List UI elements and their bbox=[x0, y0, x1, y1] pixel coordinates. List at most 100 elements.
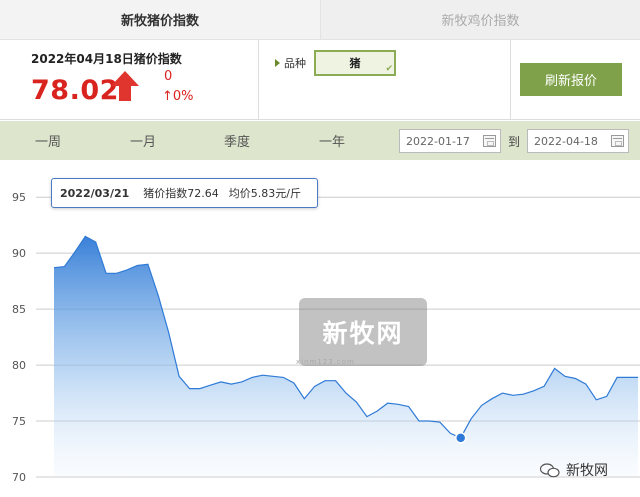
data-point[interactable] bbox=[219, 380, 222, 383]
data-point[interactable] bbox=[584, 383, 587, 386]
data-point[interactable] bbox=[282, 376, 285, 379]
data-point[interactable] bbox=[178, 375, 181, 378]
corner-logo: 新牧网 bbox=[540, 460, 608, 480]
data-point[interactable] bbox=[522, 393, 525, 396]
data-point[interactable] bbox=[230, 383, 233, 386]
data-point[interactable] bbox=[553, 367, 556, 370]
watermark-url: xinm123.com bbox=[296, 358, 355, 366]
data-point[interactable] bbox=[199, 387, 202, 390]
data-point[interactable] bbox=[480, 404, 483, 407]
data-point[interactable] bbox=[63, 265, 66, 268]
data-point[interactable] bbox=[209, 384, 212, 387]
calendar-icon[interactable] bbox=[483, 135, 496, 147]
data-point[interactable] bbox=[637, 376, 640, 379]
data-point[interactable] bbox=[313, 385, 316, 388]
tooltip-average-price: 均价5.83元/斤 bbox=[228, 187, 301, 200]
data-point[interactable] bbox=[407, 405, 410, 408]
data-point[interactable] bbox=[501, 392, 504, 395]
data-point[interactable] bbox=[126, 268, 129, 271]
index-date-title: 2022年04月18日猪价指数 bbox=[31, 52, 182, 66]
data-point[interactable] bbox=[292, 381, 295, 384]
up-arrow-icon bbox=[111, 71, 139, 101]
data-point[interactable] bbox=[511, 394, 514, 397]
caret-right-icon bbox=[275, 59, 280, 67]
y-tick-label: 80 bbox=[12, 359, 26, 372]
index-tabs: 新牧猪价指数 新牧鸡价指数 bbox=[0, 0, 640, 40]
data-point[interactable] bbox=[261, 374, 264, 377]
start-date-input[interactable]: 2022-01-17 bbox=[399, 129, 501, 153]
data-point[interactable] bbox=[188, 387, 191, 390]
y-tick-label: 90 bbox=[12, 247, 26, 260]
data-point[interactable] bbox=[334, 379, 337, 382]
period-year[interactable]: 一年 bbox=[302, 121, 362, 160]
tab-pig-price-index[interactable]: 新牧猪价指数 bbox=[0, 0, 320, 40]
end-date-value: 2022-04-18 bbox=[534, 134, 598, 148]
calendar-icon[interactable] bbox=[611, 135, 624, 147]
data-point[interactable] bbox=[84, 235, 87, 238]
check-icon: ✔ bbox=[385, 64, 393, 74]
data-point[interactable] bbox=[157, 294, 160, 297]
data-point[interactable] bbox=[626, 376, 629, 379]
data-point[interactable] bbox=[470, 417, 473, 420]
data-point[interactable] bbox=[376, 409, 379, 412]
data-point[interactable] bbox=[251, 376, 254, 379]
index-summary-panel: 2022年04月18日猪价指数 78.02 0 ↑0% 品种 猪 ✔ 刷新报价 bbox=[0, 40, 640, 120]
period-week[interactable]: 一周 bbox=[18, 121, 78, 160]
data-point[interactable] bbox=[428, 420, 431, 423]
data-point[interactable] bbox=[167, 331, 170, 334]
period-month[interactable]: 一月 bbox=[113, 121, 173, 160]
variety-label: 品种 bbox=[284, 57, 306, 70]
y-tick-label: 85 bbox=[12, 303, 26, 316]
data-point[interactable] bbox=[605, 395, 608, 398]
data-point[interactable] bbox=[491, 397, 494, 400]
data-point[interactable] bbox=[73, 251, 76, 254]
divider bbox=[258, 40, 259, 119]
change-percent: ↑0% bbox=[162, 89, 194, 104]
period-selector: 一周 一月 季度 一年 2022-01-17 到 2022-04-18 bbox=[0, 121, 640, 160]
data-point[interactable] bbox=[136, 264, 139, 267]
data-point[interactable] bbox=[240, 380, 243, 383]
data-point[interactable] bbox=[449, 432, 452, 435]
period-quarter[interactable]: 季度 bbox=[207, 121, 267, 160]
data-point[interactable] bbox=[94, 240, 97, 243]
date-range-separator: 到 bbox=[508, 135, 521, 149]
tooltip-date: 2022/03/21 bbox=[60, 186, 130, 200]
data-point[interactable] bbox=[355, 401, 358, 404]
start-date-value: 2022-01-17 bbox=[406, 134, 470, 148]
data-point[interactable] bbox=[303, 397, 306, 400]
data-point[interactable] bbox=[105, 272, 108, 275]
data-point[interactable] bbox=[365, 415, 368, 418]
variety-selected-value: 猪 bbox=[349, 57, 361, 70]
data-point[interactable] bbox=[543, 385, 546, 388]
data-point[interactable] bbox=[324, 379, 327, 382]
tooltip-index: 猪价指数72.64 bbox=[143, 187, 219, 200]
data-point[interactable] bbox=[532, 389, 535, 392]
highlighted-point[interactable] bbox=[454, 432, 467, 444]
wechat-icon bbox=[540, 462, 560, 477]
data-point[interactable] bbox=[345, 392, 348, 395]
data-point[interactable] bbox=[272, 375, 275, 378]
chart-tooltip: 2022/03/21 猪价指数72.64 均价5.83元/斤 bbox=[51, 178, 318, 208]
data-point[interactable] bbox=[397, 403, 400, 406]
data-point[interactable] bbox=[574, 377, 577, 380]
data-point[interactable] bbox=[438, 421, 441, 424]
data-point[interactable] bbox=[418, 420, 421, 423]
y-tick-label: 75 bbox=[12, 415, 26, 428]
data-point[interactable] bbox=[53, 266, 56, 269]
change-absolute: 0 bbox=[164, 69, 173, 84]
end-date-input[interactable]: 2022-04-18 bbox=[527, 129, 629, 153]
watermark-logo: 新牧网 bbox=[299, 298, 427, 366]
y-tick-label: 95 bbox=[12, 191, 26, 204]
tab-chicken-price-index[interactable]: 新牧鸡价指数 bbox=[320, 0, 640, 40]
variety-select[interactable]: 猪 ✔ bbox=[314, 50, 396, 76]
data-point[interactable] bbox=[115, 272, 118, 275]
data-point[interactable] bbox=[616, 376, 619, 379]
corner-logo-text: 新牧网 bbox=[566, 463, 608, 479]
data-point[interactable] bbox=[564, 375, 567, 378]
divider bbox=[510, 40, 511, 119]
data-point[interactable] bbox=[146, 263, 149, 266]
data-point[interactable] bbox=[386, 402, 389, 405]
y-tick-label: 70 bbox=[12, 471, 26, 484]
data-point[interactable] bbox=[595, 398, 598, 401]
refresh-price-button[interactable]: 刷新报价 bbox=[520, 63, 622, 96]
